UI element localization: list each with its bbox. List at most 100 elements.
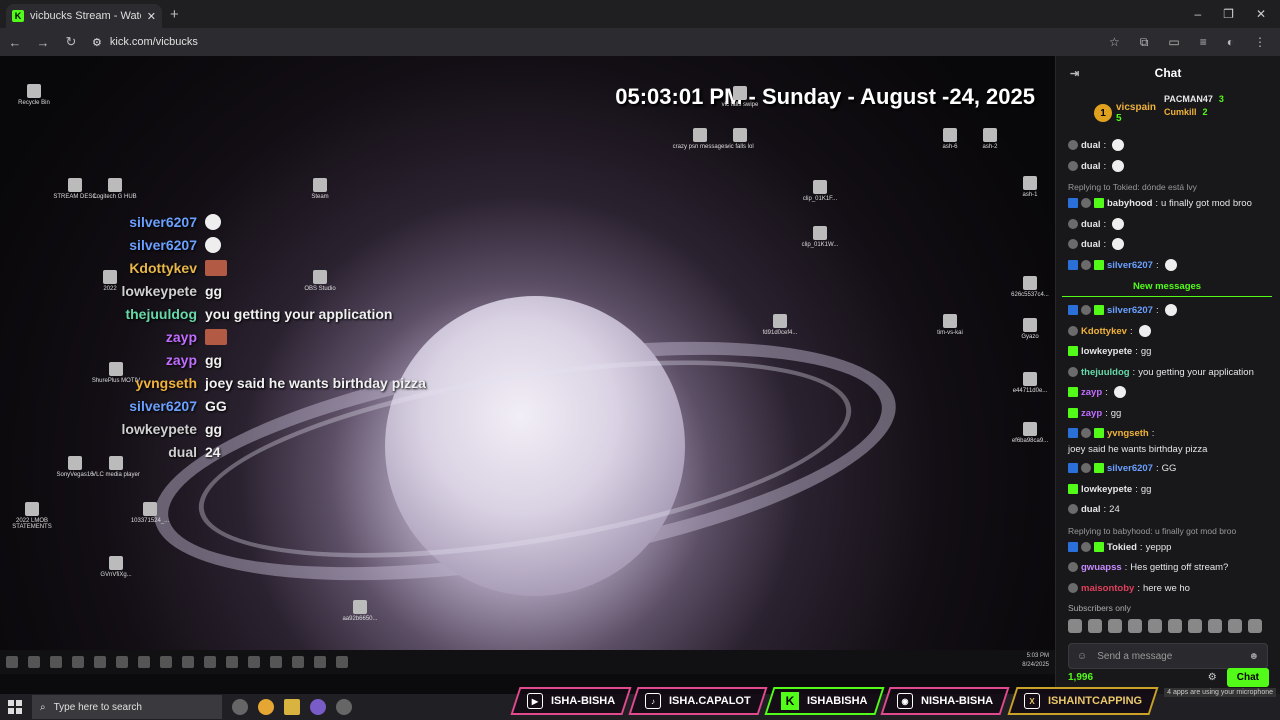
chat-username[interactable]: Tokied <box>1107 541 1137 554</box>
windows-start-icon[interactable] <box>8 700 22 714</box>
chat-message[interactable]: maisontoby: here we ho <box>1068 579 1272 600</box>
emote-icon[interactable] <box>1068 619 1082 633</box>
emote-icon[interactable] <box>1148 619 1162 633</box>
chat-message[interactable]: dual: <box>1068 235 1272 256</box>
chat-username[interactable]: dual <box>1081 503 1101 516</box>
profile-icon[interactable]: ◐ <box>1227 35 1234 50</box>
forward-arrow-icon[interactable]: → <box>36 35 50 50</box>
chat-message[interactable]: silver6207: GG <box>1068 459 1272 480</box>
emote-icon[interactable] <box>1168 619 1182 633</box>
emote-icon[interactable] <box>1108 619 1122 633</box>
url-field[interactable]: ⚙ kick.com/vicbucks <box>92 36 1095 49</box>
chat-message[interactable]: Tokied: yeppp <box>1068 538 1272 559</box>
toolbar-icons: ☆ ⧉ ▭ ≡ ◐ ⋮ <box>1109 35 1272 50</box>
chat-message[interactable]: yvngseth: joey said he wants birthday piz… <box>1068 424 1272 459</box>
chat-username[interactable]: maisontoby <box>1081 582 1134 595</box>
discord-handle: NISHA-BISHA <box>921 695 994 707</box>
bookmark-star-icon[interactable]: ☆ <box>1109 35 1120 50</box>
overlay-username: lowkeypete <box>121 420 197 437</box>
taskbar-search[interactable]: ⌕ Type here to search <box>32 695 222 719</box>
chat-message[interactable]: zayp: gg <box>1068 404 1272 425</box>
overlay-username: yvngseth <box>135 374 197 391</box>
chat-username[interactable]: lowkeypete <box>1081 345 1132 358</box>
leader-third[interactable]: Cumkill 2 <box>1164 107 1224 117</box>
media-controls-icon[interactable]: ≡ <box>1200 35 1207 50</box>
chat-username[interactable]: lowkeypete <box>1081 483 1132 496</box>
maximize-button[interactable]: ❐ <box>1223 7 1234 21</box>
minimize-button[interactable]: – <box>1194 7 1201 21</box>
channel-points[interactable]: 1,996 <box>1068 672 1208 683</box>
windows-start-icon <box>6 656 18 668</box>
chat-username[interactable]: Kdottykev <box>1081 325 1127 338</box>
close-window-button[interactable]: ✕ <box>1256 7 1266 21</box>
back-arrow-icon[interactable]: ← <box>8 35 22 50</box>
chat-username[interactable]: babyhood <box>1107 197 1152 210</box>
chat-username[interactable]: thejuuldog <box>1081 366 1130 379</box>
chat-username[interactable]: dual <box>1081 160 1101 173</box>
chat-message[interactable]: lowkeypete: gg <box>1068 342 1272 363</box>
stream-video[interactable]: 05:03:01 PM - Sunday - August -24, 2025 … <box>0 56 1055 650</box>
collapse-chat-icon[interactable]: ⇥ <box>1070 67 1079 80</box>
chat-message[interactable]: dual: <box>1068 215 1272 236</box>
menu-kebab-icon[interactable]: ⋮ <box>1254 35 1266 50</box>
subscriber-badge-icon <box>1094 428 1104 438</box>
colon-separator: : <box>1103 218 1107 230</box>
chat-message[interactable]: gwuapss: Hes getting off stream? <box>1068 558 1272 579</box>
chat-username[interactable]: gwuapss <box>1081 561 1122 574</box>
emote-icon[interactable] <box>1188 619 1202 633</box>
reload-icon[interactable]: ↻ <box>64 34 78 50</box>
chat-username[interactable]: zayp <box>1081 407 1102 420</box>
obs-icon[interactable] <box>336 699 352 715</box>
chat-message[interactable]: silver6207: <box>1068 301 1272 322</box>
desktop-icon-label: Logitech G HUB <box>93 194 137 200</box>
chat-username[interactable]: silver6207 <box>1107 304 1153 317</box>
chat-username[interactable]: dual <box>1081 218 1101 231</box>
file-icon <box>1023 372 1037 386</box>
desktop-icon-label: clip_01K1F... <box>802 196 838 202</box>
extensions-icon[interactable]: ⧉ <box>1140 35 1149 50</box>
app-icon[interactable] <box>310 699 326 715</box>
site-info-icon[interactable]: ⚙ <box>92 36 102 49</box>
chat-username[interactable]: silver6207 <box>1107 259 1153 272</box>
chat-message[interactable]: zayp: <box>1068 383 1272 404</box>
chat-username[interactable]: dual <box>1081 238 1101 251</box>
chat-message[interactable]: silver6207: <box>1068 256 1272 277</box>
chat-message[interactable]: lowkeypete: gg <box>1068 480 1272 501</box>
emote-icon[interactable] <box>1248 619 1262 633</box>
colon-separator: : <box>1135 346 1138 357</box>
chat-username[interactable]: zayp <box>1081 386 1102 399</box>
task-view-icon[interactable] <box>232 699 248 715</box>
emote-icon[interactable] <box>1228 619 1242 633</box>
chat-message[interactable]: dual:24 <box>1068 500 1272 521</box>
chat-message-text: gg <box>1140 346 1152 357</box>
chat-username[interactable]: silver6207 <box>1107 462 1153 475</box>
emoji-picker-icon[interactable]: ☻ <box>1248 651 1259 662</box>
chat-username[interactable]: dual <box>1081 139 1101 152</box>
moderator-badge-icon <box>1068 259 1078 270</box>
user-avatar-icon: ☺ <box>1077 650 1088 662</box>
chat-message[interactable]: dual: <box>1068 157 1272 178</box>
close-tab-icon[interactable]: ✕ <box>147 10 156 23</box>
cast-icon[interactable]: ▭ <box>1168 35 1179 50</box>
desktop-icon: Steam <box>290 178 350 200</box>
chat-message-text: yeppp <box>1145 541 1172 553</box>
chat-username[interactable]: yvngseth <box>1107 427 1149 440</box>
desktop-icon-label: vic falls swipe <box>721 102 759 108</box>
gear-icon[interactable]: ⚙ <box>1208 672 1217 683</box>
emote-icon[interactable] <box>1128 619 1142 633</box>
folder-icon[interactable] <box>284 699 300 715</box>
emote-icon[interactable] <box>1088 619 1102 633</box>
chat-message[interactable]: babyhood: u finally got mod broo <box>1068 194 1272 215</box>
chat-message[interactable]: Kdottykev: <box>1068 322 1272 343</box>
new-tab-button[interactable]: + <box>170 6 179 23</box>
chrome-icon[interactable] <box>258 699 274 715</box>
desktop-icon-label: e44711d0e... <box>1012 388 1048 394</box>
colon-separator: : <box>1155 259 1159 271</box>
leader-first[interactable]: 1 vicspain 5 <box>1066 94 1156 132</box>
leader-second[interactable]: PACMAN47 3 <box>1164 94 1224 104</box>
chat-message-list[interactable]: dual: dual: Replying to Tokied: dónde está… <box>1056 136 1280 599</box>
chat-message[interactable]: dual: <box>1068 136 1272 157</box>
emote-icon[interactable] <box>1208 619 1222 633</box>
browser-tab[interactable]: K vicbucks Stream - Watch Li ✕ <box>6 4 162 28</box>
chat-message[interactable]: thejuuldog: you getting your application <box>1068 363 1272 384</box>
